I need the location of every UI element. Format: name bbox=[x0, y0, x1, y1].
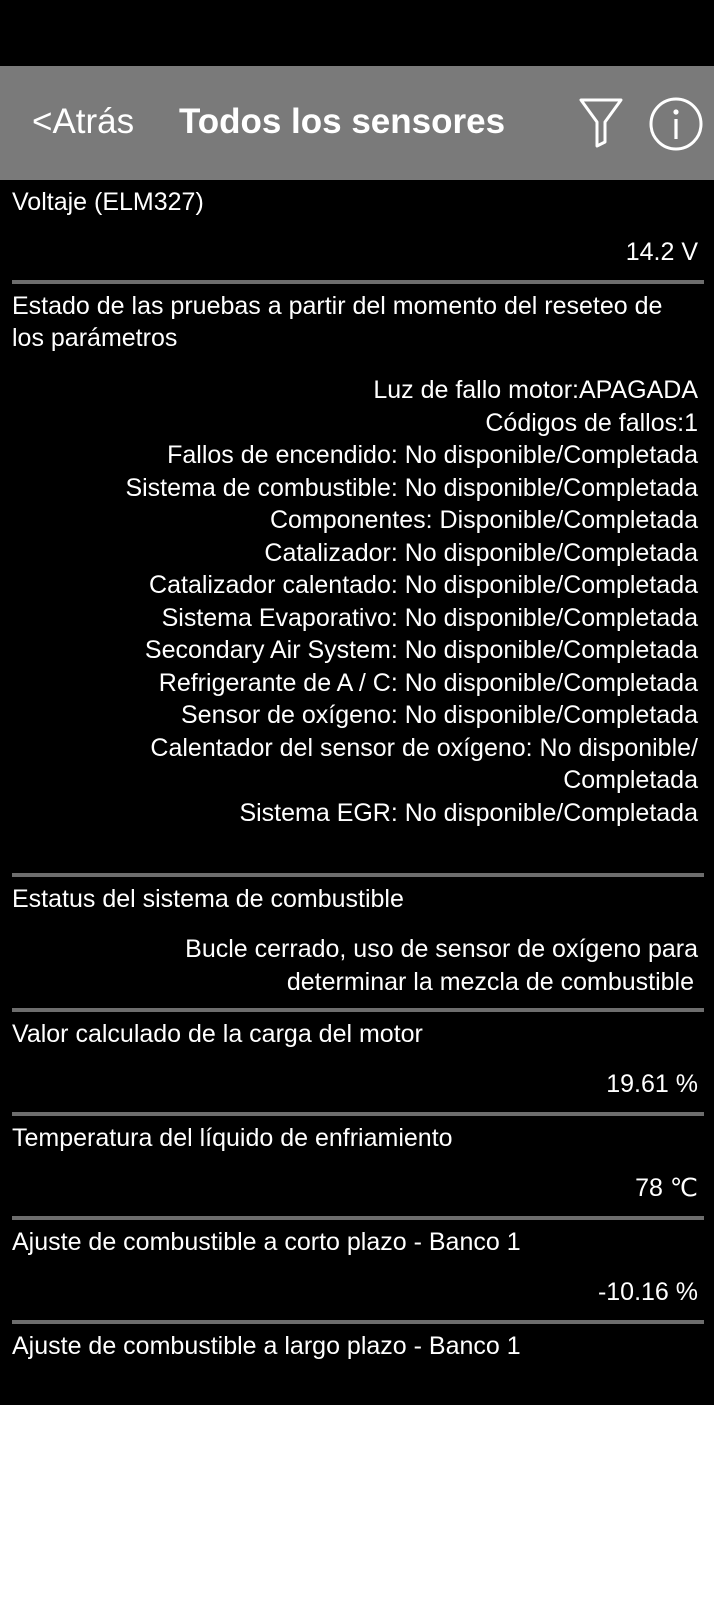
status-line: Bucle cerrado, uso de sensor de oxígeno … bbox=[185, 935, 698, 963]
sensor-label: Ajuste de combustible a largo plazo - Ba… bbox=[12, 1332, 521, 1360]
status-line: Luz de fallo motor:APAGADA bbox=[373, 376, 698, 404]
sensor-item: Estado de las pruebas a partir del momen… bbox=[0, 284, 714, 829]
info-icon[interactable] bbox=[648, 96, 704, 152]
status-line: Sensor de oxígeno: No disponible/Complet… bbox=[180, 701, 698, 729]
sensor-label: Estatus del sistema de combustible bbox=[12, 885, 404, 913]
sensor-value: 78 ℃ bbox=[635, 1174, 698, 1202]
sensor-item: Voltaje (ELM327) 14.2 V bbox=[0, 180, 714, 268]
status-line: Componentes: Disponible/Completada bbox=[269, 506, 698, 534]
status-line: Sistema Evaporativo: No disponible/Compl… bbox=[161, 603, 698, 632]
status-line: Sistema de combustible: No disponible/Co… bbox=[125, 473, 698, 502]
status-line: Sistema EGR: No disponible/Completada bbox=[239, 798, 698, 827]
sensor-value: -10.16 % bbox=[597, 1278, 698, 1306]
navigation-bar: <Atrás Todos los sensores bbox=[0, 66, 714, 180]
sensor-item: Ajuste de combustible a corto plazo - Ba… bbox=[0, 1220, 714, 1308]
sensor-value-list: Bucle cerrado, uso de sensor de oxígeno … bbox=[10, 933, 704, 998]
status-line: Secondary Air System: No disponible/Comp… bbox=[144, 636, 698, 664]
sensor-label: Temperatura del líquido de enfriamiento bbox=[12, 1124, 453, 1152]
sensor-list: Voltaje (ELM327) 14.2 V Estado de las pr… bbox=[0, 180, 714, 1405]
status-bar bbox=[0, 0, 714, 66]
sensor-value-list: Luz de fallo motor:APAGADA Códigos de fa… bbox=[10, 374, 704, 829]
sensor-value: 14.2 V bbox=[625, 238, 698, 266]
status-line: determinar la mezcla de combustible bbox=[286, 967, 694, 996]
sensor-item: Estatus del sistema de combustible Bucle… bbox=[0, 877, 714, 998]
status-line: Códigos de fallos:1 bbox=[485, 408, 698, 437]
sensor-value: 19.61 % bbox=[606, 1070, 698, 1098]
sensor-label: Ajuste de combustible a corto plazo - Ba… bbox=[12, 1228, 521, 1256]
sensor-label: Valor calculado de la carga del motor bbox=[12, 1020, 423, 1048]
status-line: Fallos de encendido: No disponible/Compl… bbox=[167, 441, 698, 469]
status-line: Calentador del sensor de oxígeno: No dis… bbox=[150, 733, 698, 762]
filter-icon[interactable] bbox=[578, 96, 624, 148]
sensor-item: Valor calculado de la carga del motor 19… bbox=[0, 1012, 714, 1100]
status-line: Catalizador calentado: No disponible/Com… bbox=[149, 571, 698, 599]
status-line: Completada bbox=[563, 766, 698, 794]
status-line: Catalizador: No disponible/Completada bbox=[264, 538, 698, 567]
sensor-label: Voltaje (ELM327) bbox=[12, 188, 204, 216]
sensor-label: Estado de las pruebas a partir del momen… bbox=[12, 292, 663, 352]
status-line: Refrigerante de A / C: No disponible/Com… bbox=[158, 668, 698, 697]
sensor-item: Temperatura del líquido de enfriamiento … bbox=[0, 1116, 714, 1204]
sensor-item: Ajuste de combustible a largo plazo - Ba… bbox=[0, 1324, 714, 1362]
